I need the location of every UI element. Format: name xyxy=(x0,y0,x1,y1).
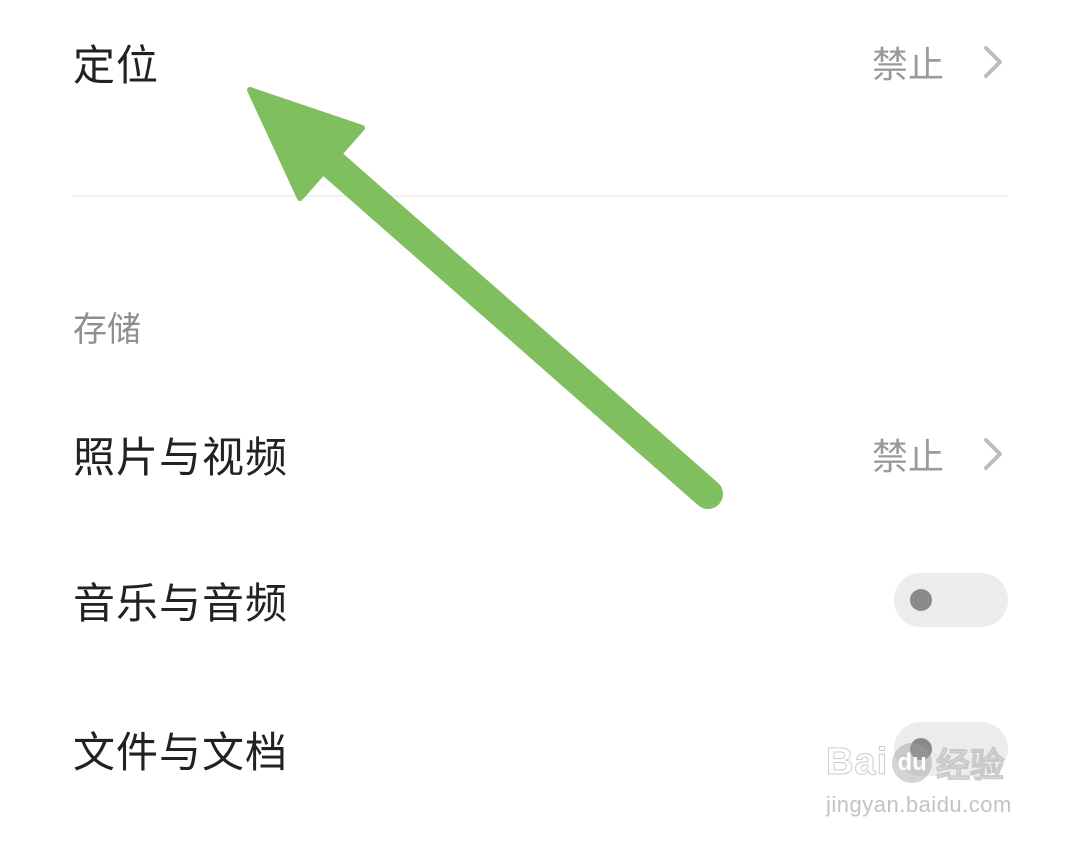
baidu-watermark: Bai du 经验 jingyan.baidu.com xyxy=(825,738,1022,828)
photos-videos-value: 禁止 xyxy=(871,437,944,478)
baidu-logo: Bai du 经验 xyxy=(825,738,1005,787)
music-audio-row: 音乐与音频 xyxy=(73,570,1008,630)
chevron-right-icon xyxy=(984,438,1002,470)
chevron-right-icon xyxy=(984,46,1002,78)
paw-icon: du xyxy=(892,742,933,783)
location-value: 禁止 xyxy=(871,45,944,86)
watermark-url: jingyan.baidu.com xyxy=(826,792,1012,817)
music-audio-title: 音乐与音频 xyxy=(73,578,289,628)
watermark-suffix: 经验 xyxy=(936,747,1005,786)
files-documents-title: 文件与文档 xyxy=(73,727,289,777)
watermark-brand: Bai xyxy=(825,741,889,784)
photos-videos-row[interactable]: 照片与视频 禁止 xyxy=(73,424,1008,484)
photos-videos-title: 照片与视频 xyxy=(73,432,289,482)
music-audio-toggle[interactable] xyxy=(894,573,1008,627)
divider xyxy=(73,195,1008,197)
location-row[interactable]: 定位 禁止 xyxy=(73,32,1008,92)
location-value-group: 禁止 xyxy=(872,36,1008,88)
location-title: 定位 xyxy=(73,40,160,90)
photos-videos-value-group: 禁止 xyxy=(872,428,1008,480)
toggle-knob xyxy=(910,589,932,611)
section-header-storage: 存储 xyxy=(73,310,141,350)
